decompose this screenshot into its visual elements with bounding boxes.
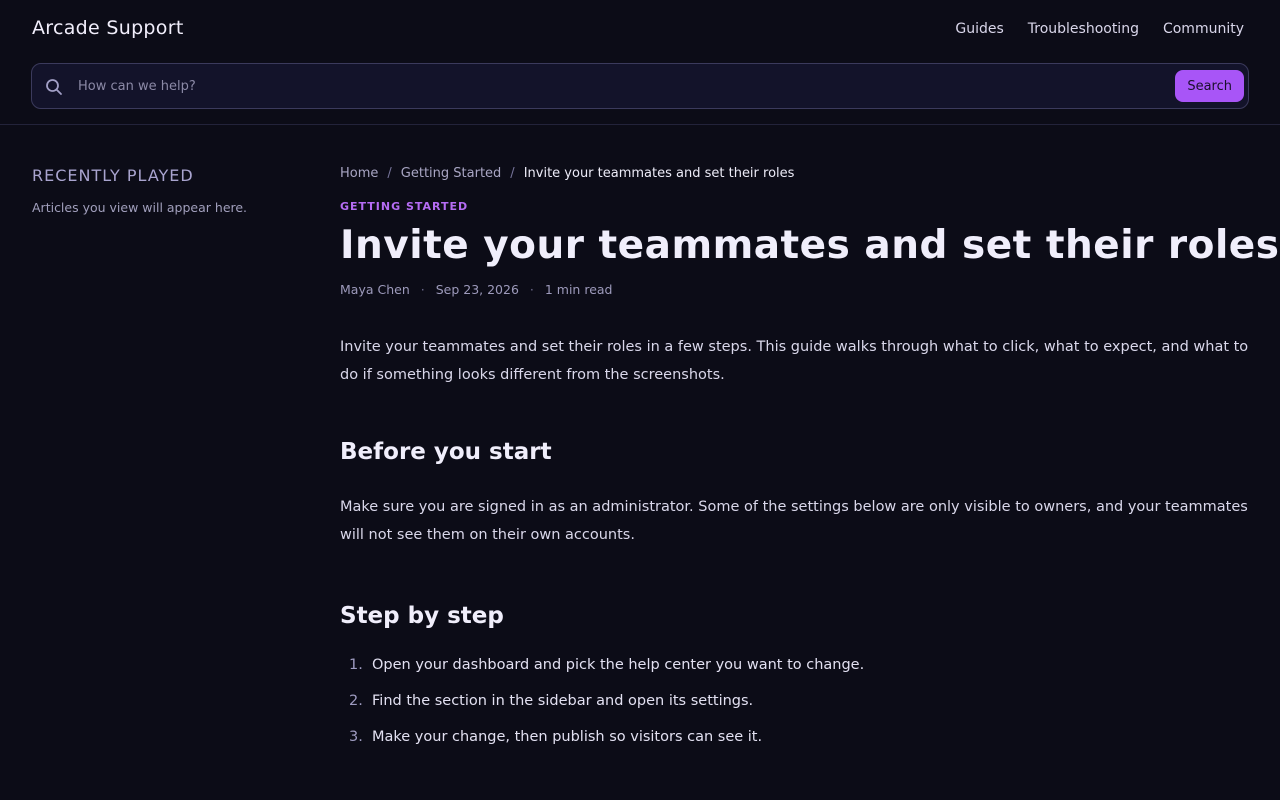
section-body-before-you-start: Make sure you are signed in as an admini… [340,499,1248,543]
step-text: Find the section in the sidebar and open… [372,693,754,709]
brand-logo[interactable]: Arcade Support [32,17,184,39]
page-title: Invite your teammates and set their role… [340,223,1280,268]
read-time: 1 min read [544,282,613,297]
section-heading-step-by-step: Step by step [340,603,504,629]
step-text: Make your change, then publish so visito… [372,729,763,745]
breadcrumb: Home / Getting Started / Invite your tea… [340,166,1250,181]
breadcrumb-separator: / [387,166,392,181]
nav-guides[interactable]: Guides [955,21,1003,37]
article-intro: Invite your teammates and set their role… [340,339,1249,383]
sidebar-title: RECENTLY PLAYED [32,166,194,185]
meta-separator: · [529,282,534,297]
search-bar: Search [31,63,1249,109]
step-text: Open your dashboard and pick the help ce… [372,657,865,673]
step-number: 2. [349,693,363,709]
breadcrumb-home[interactable]: Home [340,166,378,181]
list-item: 1. Open your dashboard and pick the help… [340,657,1250,693]
breadcrumb-separator: / [510,166,515,181]
meta-separator: · [420,282,425,297]
article-category[interactable]: GETTING STARTED [340,200,1250,213]
nav-community[interactable]: Community [1163,21,1244,37]
step-number: 1. [349,657,363,673]
top-nav: Guides Troubleshooting Community [955,21,1244,37]
list-item: 3. Make your change, then publish so vis… [340,729,1250,765]
sidebar: RECENTLY PLAYED Articles you view will a… [32,166,292,215]
search-icon [46,79,62,95]
list-item: 2. Find the section in the sidebar and o… [340,693,1250,729]
article-meta: Maya Chen · Sep 23, 2026 · 1 min read [340,282,1250,297]
sidebar-empty-note: Articles you view will appear here. [32,200,248,215]
steps-list: 1. Open your dashboard and pick the help… [340,657,1250,765]
breadcrumb-current: Invite your teammates and set their role… [523,166,795,181]
search-button[interactable]: Search [1175,70,1244,102]
search-input[interactable] [76,70,1156,102]
nav-troubleshooting[interactable]: Troubleshooting [1028,21,1139,37]
publish-date: Sep 23, 2026 [435,282,519,297]
section-heading-before-you-start: Before you start [340,439,552,465]
breadcrumb-section[interactable]: Getting Started [401,166,502,181]
author-name: Maya Chen [340,282,410,297]
step-number: 3. [349,729,363,745]
article: Home / Getting Started / Invite your tea… [340,166,1280,765]
site-header: Arcade Support Guides Troubleshooting Co… [0,0,1280,125]
